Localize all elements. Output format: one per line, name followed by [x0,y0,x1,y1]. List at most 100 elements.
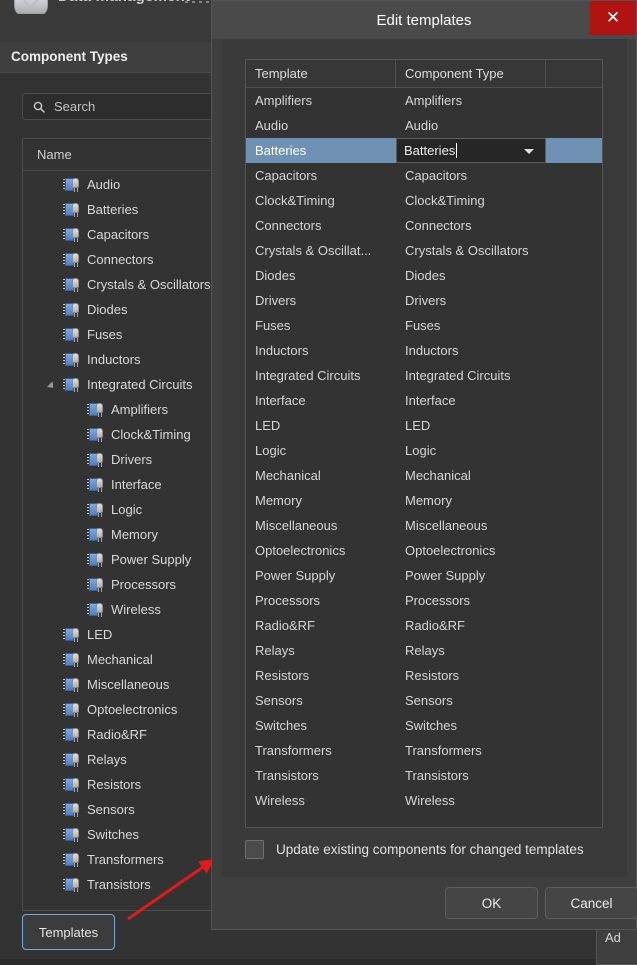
tree-item-mechanical[interactable]: Mechanical [23,647,229,672]
tree-item-interface[interactable]: Interface [23,472,229,497]
cell-component-type[interactable]: Optoelectronics [396,538,546,563]
tree-item-capacitors[interactable]: Capacitors [23,222,229,247]
chevron-down-icon[interactable] [47,378,60,391]
table-row[interactable]: Transformers Transformers [246,738,602,763]
cell-template[interactable]: Sensors [246,688,396,713]
table-row[interactable]: Capacitors Capacitors [246,163,602,188]
cell-component-type[interactable]: Amplifiers [396,88,546,113]
column-header-component-type[interactable]: Component Type [396,60,546,87]
table-row[interactable]: Clock&Timing Clock&Timing [246,188,602,213]
cell-template[interactable]: Interface [246,388,396,413]
cell-template[interactable]: Clock&Timing [246,188,396,213]
templates-button[interactable]: Templates [22,914,115,950]
search-input[interactable]: Search [22,93,230,120]
cell-component-type[interactable]: Drivers [396,288,546,313]
table-row[interactable]: Crystals & Oscillat... Crystals & Oscilla… [246,238,602,263]
cell-component-type[interactable]: Power Supply [396,563,546,588]
cell-component-type[interactable]: Relays [396,638,546,663]
tree-item-integrated-circuits[interactable]: Integrated Circuits [23,372,229,397]
table-row[interactable]: Interface Interface [246,388,602,413]
cell-component-type[interactable]: Sensors [396,688,546,713]
cell-template[interactable]: Memory [246,488,396,513]
cancel-button[interactable]: Cancel [545,887,637,919]
table-row[interactable]: Batteries Batteries [246,138,602,163]
cell-component-type[interactable]: Crystals & Oscillators [396,238,546,263]
tree-item-inductors[interactable]: Inductors [23,347,229,372]
table-row[interactable]: Miscellaneous Miscellaneous [246,513,602,538]
tree-item-transformers[interactable]: Transformers [23,847,229,872]
table-row[interactable]: Optoelectronics Optoelectronics [246,538,602,563]
tree-item-memory[interactable]: Memory [23,522,229,547]
cell-template[interactable]: LED [246,413,396,438]
tree-item-transistors[interactable]: Transistors [23,872,229,897]
cell-component-type[interactable]: Radio&RF [396,613,546,638]
table-row[interactable]: Wireless Wireless [246,788,602,813]
tree-item-crystals-oscillators[interactable]: Crystals & Oscillators [23,272,229,297]
table-row[interactable]: Inductors Inductors [246,338,602,363]
cell-template[interactable]: Fuses [246,313,396,338]
cell-template[interactable]: Resistors [246,663,396,688]
cell-component-type[interactable]: Mechanical [396,463,546,488]
cell-template[interactable]: Mechanical [246,463,396,488]
table-row[interactable]: Memory Memory [246,488,602,513]
table-row[interactable]: Power Supply Power Supply [246,563,602,588]
table-row[interactable]: Integrated Circuits Integrated Circuits [246,363,602,388]
table-row[interactable]: Relays Relays [246,638,602,663]
cell-component-type[interactable]: Diodes [396,263,546,288]
column-header-template[interactable]: Template [246,60,396,87]
tree-item-sensors[interactable]: Sensors [23,797,229,822]
tree-item-optoelectronics[interactable]: Optoelectronics [23,697,229,722]
tree-item-audio[interactable]: Audio [23,172,229,197]
table-row[interactable]: Fuses Fuses [246,313,602,338]
cell-template[interactable]: Relays [246,638,396,663]
cell-template[interactable]: Transformers [246,738,396,763]
table-row[interactable]: Radio&RF Radio&RF [246,613,602,638]
tree-item-amplifiers[interactable]: Amplifiers [23,397,229,422]
table-row[interactable]: Sensors Sensors [246,688,602,713]
cell-template[interactable]: Batteries [246,138,396,163]
cell-template[interactable]: Drivers [246,288,396,313]
table-row[interactable]: Switches Switches [246,713,602,738]
cell-component-type[interactable]: Fuses [396,313,546,338]
tree-item-relays[interactable]: Relays [23,747,229,772]
table-row[interactable]: Diodes Diodes [246,263,602,288]
cell-component-type[interactable]: Clock&Timing [396,188,546,213]
cell-component-type[interactable]: Interface [396,388,546,413]
close-button[interactable]: ✕ [590,1,636,35]
tree-item-power-supply[interactable]: Power Supply [23,547,229,572]
cell-template[interactable]: Radio&RF [246,613,396,638]
tree-item-radio-rf[interactable]: Radio&RF [23,722,229,747]
cell-template[interactable]: Switches [246,713,396,738]
cell-component-type[interactable]: Logic [396,438,546,463]
tree-item-batteries[interactable]: Batteries [23,197,229,222]
table-row[interactable]: LED LED [246,413,602,438]
cell-template[interactable]: Crystals & Oscillat... [246,238,396,263]
tree-item-led[interactable]: LED [23,622,229,647]
partial-bottom-button[interactable]: Ad [596,925,637,965]
cell-component-type[interactable]: Inductors [396,338,546,363]
cell-component-type[interactable]: Memory [396,488,546,513]
table-row[interactable]: Mechanical Mechanical [246,463,602,488]
tree-item-wireless[interactable]: Wireless [23,597,229,622]
cell-template[interactable]: Connectors [246,213,396,238]
chevron-down-icon[interactable] [524,149,534,154]
cell-template[interactable]: Power Supply [246,563,396,588]
table-row[interactable]: Processors Processors [246,588,602,613]
tree-item-clock-timing[interactable]: Clock&Timing [23,422,229,447]
cell-component-type[interactable]: Wireless [396,788,546,813]
tree-item-resistors[interactable]: Resistors [23,772,229,797]
cell-template[interactable]: Diodes [246,263,396,288]
tree-item-diodes[interactable]: Diodes [23,297,229,322]
cell-template[interactable]: Capacitors [246,163,396,188]
tree-item-drivers[interactable]: Drivers [23,447,229,472]
cell-component-type[interactable]: Integrated Circuits [396,363,546,388]
tree-item-miscellaneous[interactable]: Miscellaneous [23,672,229,697]
tree-item-logic[interactable]: Logic [23,497,229,522]
table-row[interactable]: Connectors Connectors [246,213,602,238]
table-row[interactable]: Resistors Resistors [246,663,602,688]
cell-component-type[interactable]: Resistors [396,663,546,688]
table-row[interactable]: Logic Logic [246,438,602,463]
cell-template[interactable]: Integrated Circuits [246,363,396,388]
cell-template[interactable]: Wireless [246,788,396,813]
cell-component-type[interactable]: Miscellaneous [396,513,546,538]
